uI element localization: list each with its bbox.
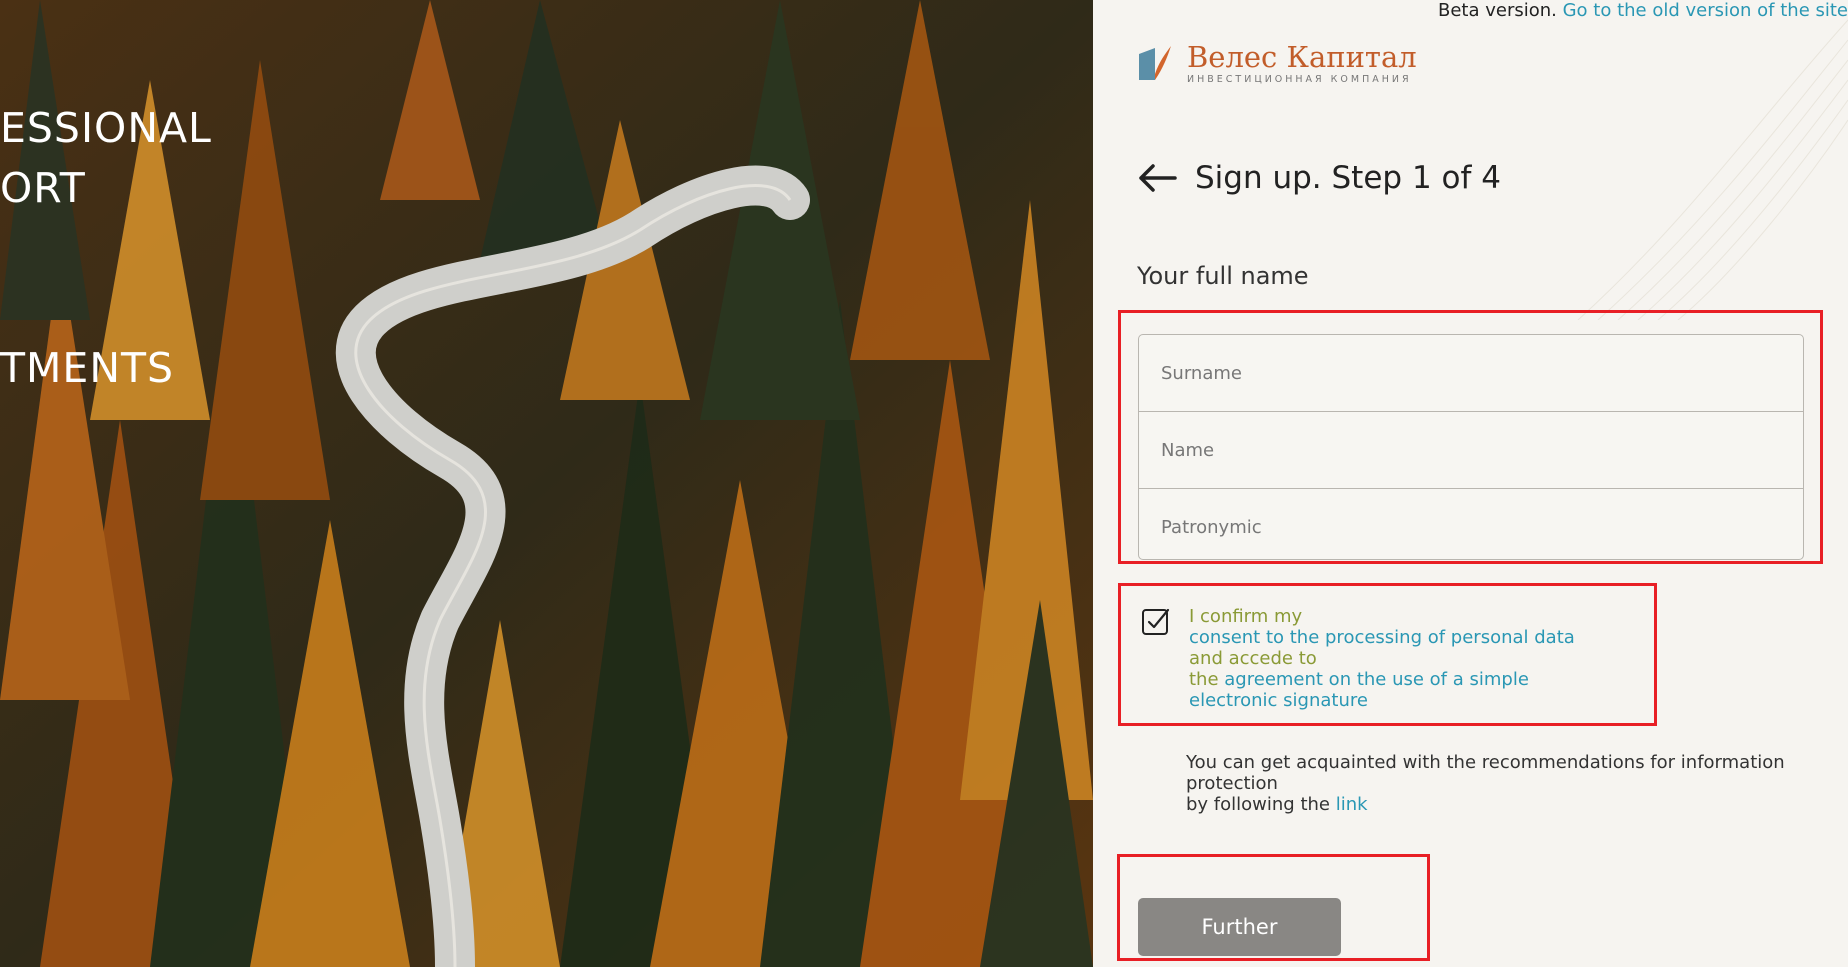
further-button[interactable]: Further <box>1138 898 1341 956</box>
info-text-2: by following the <box>1186 794 1330 815</box>
consent-row: I confirm my consent to the processing o… <box>1141 606 1575 711</box>
old-version-link[interactable]: Go to the old version of the site <box>1563 0 1848 21</box>
name-input[interactable] <box>1139 412 1803 489</box>
logo-name: Велес Капитал <box>1187 40 1417 74</box>
beta-label: Beta version. <box>1437 0 1557 21</box>
signup-panel: Beta version. Go to the old version of t… <box>1093 0 1848 967</box>
hero-headline-line-2: ORT <box>0 164 86 212</box>
consent-text: I confirm my consent to the processing o… <box>1189 606 1575 711</box>
name-fields-group <box>1138 334 1804 560</box>
full-name-label: Your full name <box>1137 262 1309 290</box>
patronymic-input[interactable] <box>1139 489 1803 559</box>
back-arrow-icon[interactable] <box>1137 163 1177 193</box>
hero-headline-line-1: ESSIONAL <box>0 104 212 152</box>
logo-mark-icon <box>1139 45 1171 80</box>
electronic-signature-agreement-link[interactable]: agreement on the use of a simple electro… <box>1189 669 1529 711</box>
beta-banner: Beta version. Go to the old version of t… <box>1438 0 1848 21</box>
info-protection-link[interactable]: link <box>1336 794 1368 815</box>
company-logo[interactable]: Велес Капитал ИНВЕСТИЦИОННАЯ КОМПАНИЯ <box>1137 42 1417 85</box>
page-title: Sign up. Step 1 of 4 <box>1195 160 1501 196</box>
consent-part-1: I confirm my <box>1189 606 1303 627</box>
info-protection-note: You can get acquainted with the recommen… <box>1186 752 1826 815</box>
personal-data-consent-link[interactable]: consent to the processing of personal da… <box>1189 627 1575 648</box>
consent-part-2: and accede to <box>1189 648 1317 669</box>
consent-part-3: the <box>1189 669 1219 690</box>
surname-input[interactable] <box>1139 335 1803 412</box>
info-text-1: You can get acquainted with the recommen… <box>1186 752 1785 794</box>
logo-subtitle: ИНВЕСТИЦИОННАЯ КОМПАНИЯ <box>1187 74 1412 85</box>
step-header: Sign up. Step 1 of 4 <box>1137 160 1501 196</box>
hero-image: ESSIONAL ORT TMENTS <box>0 0 1093 967</box>
hero-headline-line-3: TMENTS <box>0 344 175 392</box>
checkbox-checked-icon[interactable] <box>1141 606 1171 636</box>
